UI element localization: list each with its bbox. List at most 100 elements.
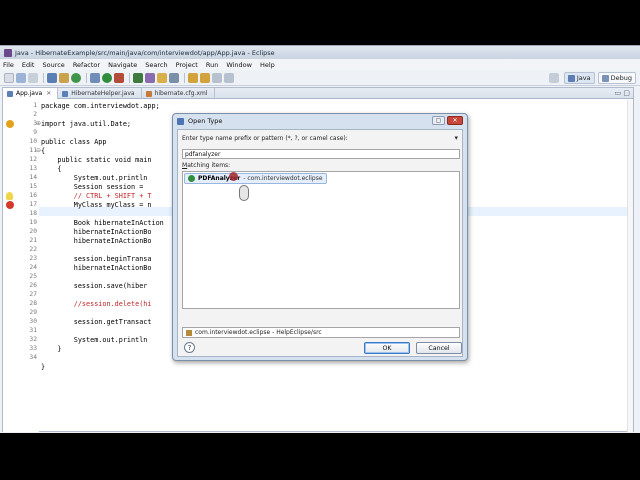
- selection-details-text: com.interviewdot.eclipse - HelpEclipse/s…: [195, 329, 322, 336]
- code-line: hibernateInActionBo: [41, 237, 152, 245]
- new-class-icon[interactable]: [71, 72, 81, 83]
- code-line: public static void main: [41, 156, 152, 164]
- matching-items-label: Matching items:: [182, 162, 230, 169]
- line-number: 23: [29, 255, 37, 262]
- tab-app-java[interactable]: App.java ✕: [3, 88, 59, 99]
- print-icon[interactable]: [28, 72, 38, 83]
- line-number: 3: [33, 120, 37, 127]
- open-perspective-icon[interactable]: [548, 73, 559, 83]
- video-letterbox-bottom: [0, 433, 640, 480]
- eclipse-window: Java - HibernateExample/src/main/java/co…: [0, 45, 640, 433]
- video-letterbox-top: [0, 0, 640, 45]
- line-number: 2: [33, 111, 37, 118]
- quick-fix-bulb-icon[interactable]: [6, 192, 13, 200]
- filter-prompt-label: Enter type name prefix or pattern (*, ?,…: [182, 135, 348, 142]
- line-number: 13: [29, 165, 37, 172]
- new-icon[interactable]: [4, 72, 14, 83]
- help-button[interactable]: ?: [184, 342, 195, 353]
- overview-ruler[interactable]: [627, 100, 633, 432]
- line-number: 12: [29, 156, 37, 163]
- debug-perspective-icon: [601, 74, 609, 82]
- code-line: }: [41, 345, 62, 353]
- code-line: {: [41, 165, 62, 173]
- menu-help[interactable]: Help: [260, 61, 275, 69]
- package-icon: [186, 329, 192, 336]
- code-line: session.save(hiber: [41, 282, 148, 290]
- code-comment-line: // CTRL + SHIFT + T: [41, 192, 152, 200]
- menu-file[interactable]: File: [3, 61, 14, 69]
- error-icon[interactable]: [6, 201, 14, 209]
- selection-details: com.interviewdot.eclipse - HelpEclipse/s…: [182, 327, 460, 338]
- java-perspective-button[interactable]: Java: [563, 72, 595, 84]
- class-icon: [188, 175, 195, 182]
- server-icon[interactable]: [145, 72, 155, 83]
- line-number: 32: [29, 336, 37, 343]
- open-type-dialog: Open Type ▢ ✕ Enter type name prefix or …: [172, 113, 468, 361]
- next-annotation-icon[interactable]: [188, 72, 198, 83]
- coverage-icon[interactable]: [133, 72, 143, 83]
- java-perspective-icon: [567, 74, 575, 82]
- menu-source[interactable]: Source: [42, 61, 64, 69]
- line-number: 14: [29, 174, 37, 181]
- matching-label-text: atching items:: [187, 162, 231, 169]
- menu-search[interactable]: Search: [145, 61, 167, 69]
- line-number: 29: [29, 309, 37, 316]
- minimize-maximize-icons[interactable]: ▭ ▢: [615, 89, 630, 97]
- ok-button[interactable]: OK: [364, 342, 410, 354]
- matching-items-list[interactable]: PDFAnalyzer - com.interviewdot.eclipse: [182, 171, 460, 309]
- previous-annotation-icon[interactable]: [200, 72, 210, 83]
- close-icon[interactable]: ✕: [447, 116, 463, 125]
- new-java-project-icon[interactable]: [47, 72, 57, 83]
- external-tools-icon[interactable]: [114, 72, 124, 83]
- menu-refactor[interactable]: Refactor: [73, 61, 100, 69]
- forward-icon[interactable]: [224, 72, 234, 83]
- open-type-icon[interactable]: [157, 72, 167, 83]
- list-item[interactable]: PDFAnalyzer - com.interviewdot.eclipse: [184, 173, 327, 184]
- line-number: 31: [29, 327, 37, 334]
- java-file-icon: [7, 90, 13, 97]
- line-number: 33: [29, 345, 37, 352]
- code-line: hibernateInActionBo: [41, 264, 152, 272]
- dialog-title: Open Type: [188, 117, 223, 125]
- save-icon[interactable]: [16, 72, 26, 83]
- back-icon[interactable]: [212, 72, 222, 83]
- code-line: System.out.println: [41, 336, 148, 344]
- debug-icon[interactable]: [90, 72, 100, 83]
- tab-label: hibernate.cfg.xml: [154, 90, 208, 97]
- line-number: 16: [29, 192, 37, 199]
- dialog-titlebar[interactable]: Open Type ▢ ✕: [173, 114, 467, 128]
- tab-hibernate-cfg-xml[interactable]: hibernate.cfg.xml: [142, 88, 215, 99]
- code-line: package com.interviewdot.app;: [41, 102, 160, 110]
- code-line: }: [41, 363, 46, 371]
- new-package-icon[interactable]: [59, 72, 69, 83]
- line-number: 19: [29, 219, 37, 226]
- cancel-button[interactable]: Cancel: [416, 342, 462, 354]
- menu-navigate[interactable]: Navigate: [108, 61, 137, 69]
- line-number: 22: [29, 246, 37, 253]
- mouse-click-indicator: [229, 172, 238, 181]
- line-number: 21: [29, 237, 37, 244]
- menu-run[interactable]: Run: [206, 61, 218, 69]
- tab-hibernatehelper-java[interactable]: HibernateHelper.java: [58, 88, 142, 99]
- xml-file-icon: [145, 90, 152, 97]
- code-line: Session session =: [41, 183, 148, 191]
- code-line: System.out.println: [41, 174, 148, 182]
- warning-icon[interactable]: [6, 120, 14, 128]
- menu-project[interactable]: Project: [176, 61, 198, 69]
- code-line: {: [41, 147, 46, 155]
- search-icon[interactable]: [169, 72, 179, 83]
- maximize-icon[interactable]: ▢: [432, 116, 445, 125]
- debug-perspective-button[interactable]: Debug: [597, 72, 636, 84]
- type-filter-input[interactable]: [182, 149, 460, 159]
- dialog-body: Enter type name prefix or pattern (*, ?,…: [177, 129, 463, 357]
- window-titlebar[interactable]: Java - HibernateExample/src/main/java/co…: [0, 46, 640, 59]
- main-toolbar: Java Debug: [0, 70, 640, 86]
- run-icon[interactable]: [102, 72, 112, 83]
- menu-window[interactable]: Window: [226, 61, 252, 69]
- menu-edit[interactable]: Edit: [22, 61, 35, 69]
- code-line: public class App: [41, 138, 107, 146]
- code-line: session.getTransact: [41, 318, 152, 326]
- close-tab-icon[interactable]: ✕: [46, 90, 51, 97]
- perspective-switcher: Java Debug: [548, 72, 636, 84]
- view-menu-arrow-icon[interactable]: ▾: [454, 134, 458, 142]
